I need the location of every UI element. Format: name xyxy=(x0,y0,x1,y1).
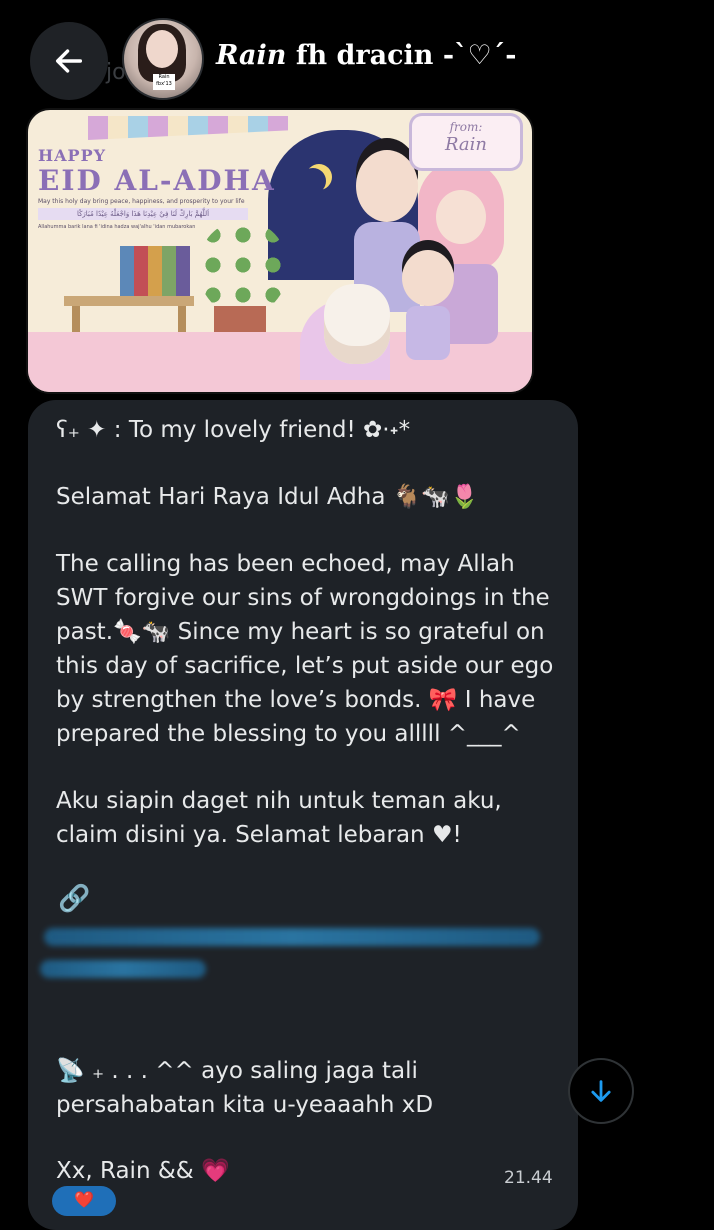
from-label: from: xyxy=(449,120,483,134)
from-name: Rain xyxy=(444,134,488,155)
message-timestamp: 21.44 xyxy=(504,1168,553,1188)
banner-happy: HAPPY xyxy=(38,146,107,165)
title-name: Rain xyxy=(216,40,287,71)
banner-eid-title: EID AL-ADHA xyxy=(38,164,276,197)
kid-character xyxy=(400,250,456,360)
eid-banner-image[interactable]: HAPPY EID AL-ADHA May this holy day brin… xyxy=(28,110,532,392)
message-eid-wish: Selamat Hari Raya Idul Adha 🐐🐄🌷 xyxy=(56,484,479,510)
redacted-link-2[interactable] xyxy=(40,960,206,978)
banner-arabic: اَللَّهُمَّ بَارِكْ لَنَا فِيْ عِيْدِنَا… xyxy=(38,208,248,220)
bunting-decoration xyxy=(88,116,288,140)
arrow-left-icon xyxy=(55,49,83,73)
redacted-link-1[interactable] xyxy=(44,928,540,946)
reaction-badge[interactable]: ❤️ xyxy=(52,1186,116,1216)
scroll-down-button[interactable] xyxy=(570,1060,632,1122)
back-button[interactable] xyxy=(30,22,108,100)
banner-tagline: May this holy day bring peace, happiness… xyxy=(38,198,245,205)
plant-leaves xyxy=(198,220,288,316)
arrow-down-icon xyxy=(591,1080,611,1102)
link-icon[interactable]: 🔗 xyxy=(58,884,90,914)
title-rest: fh dracin -`♡´- xyxy=(286,40,517,71)
avatar[interactable]: Rain fbx'13 xyxy=(122,18,204,100)
message-greeting: ʕ₊ ✦ : To my lovely friend! ✿·˖* xyxy=(56,417,411,443)
crescent-moon-icon xyxy=(300,168,326,194)
message-signature: Xx, Rain && 💗 xyxy=(56,1158,230,1184)
message-paragraph-2: Aku siapin daget nih untuk teman aku, cl… xyxy=(56,788,502,848)
avatar-tag: Rain fbx'13 xyxy=(153,74,175,90)
message-paragraph-3: 📡 ₊ . . . ^^ ayo saling jaga tali persah… xyxy=(56,1058,434,1118)
message-paragraph-1: The calling has been echoed, may Allah S… xyxy=(56,551,554,747)
conversation-title[interactable]: Rain fh dracin -`♡´- xyxy=(216,40,516,71)
from-badge: from: Rain xyxy=(412,116,520,168)
cow-illustration xyxy=(324,284,390,364)
books-illustration xyxy=(120,246,190,296)
shelf-illustration xyxy=(64,296,194,306)
